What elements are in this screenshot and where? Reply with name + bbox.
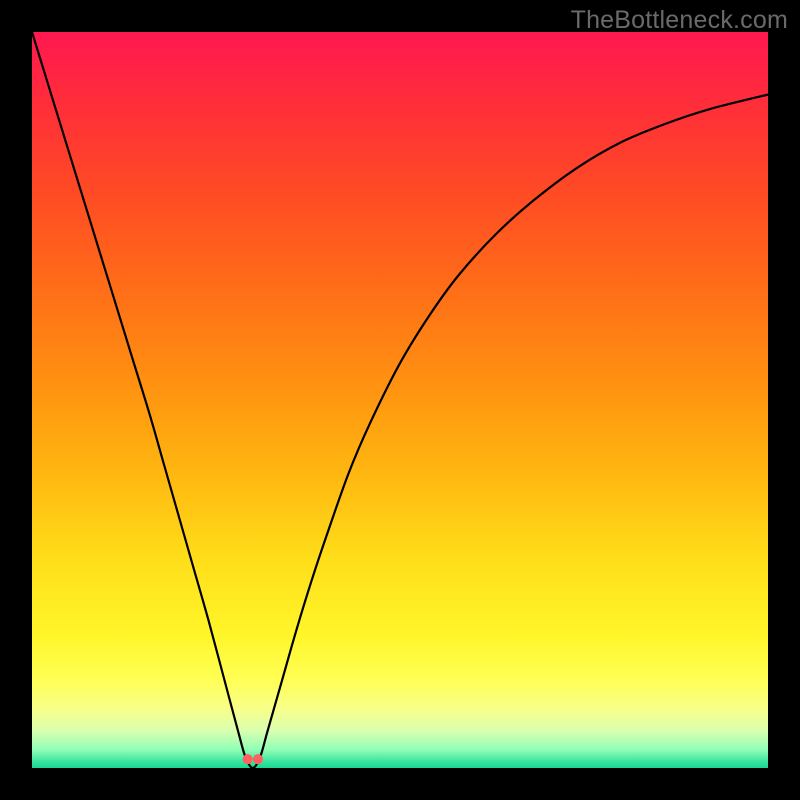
chart-frame xyxy=(32,32,768,768)
notch-dot-1 xyxy=(243,754,253,764)
bottleneck-plot xyxy=(32,32,768,768)
watermark-text: TheBottleneck.com xyxy=(571,6,788,35)
notch-dot-2 xyxy=(253,754,263,764)
plot-background xyxy=(32,32,768,768)
